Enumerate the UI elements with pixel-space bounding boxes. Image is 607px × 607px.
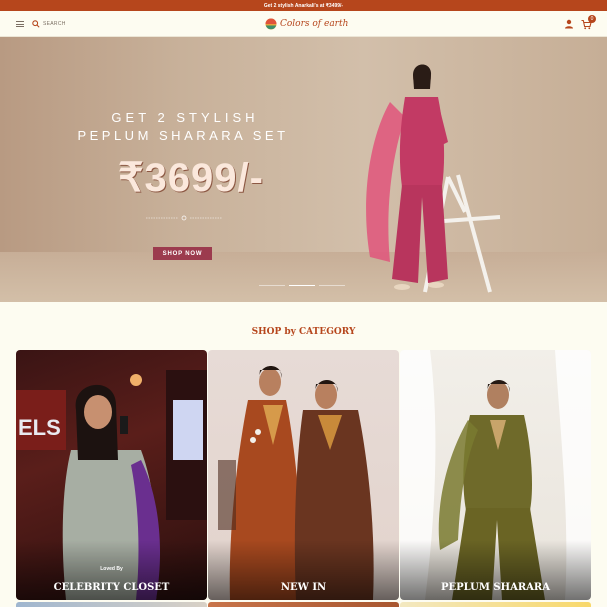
next-card-peek — [400, 602, 591, 607]
category-card-celebrity-closet[interactable]: ELS Loved By CELEBRITY CLOSET — [16, 350, 207, 600]
card-sublabel: Loved By — [100, 566, 123, 572]
slider-dot[interactable] — [319, 285, 345, 286]
search-label: SEARCH — [43, 21, 66, 27]
category-card-new-in[interactable]: NEW IN — [208, 350, 399, 600]
slider-dots — [259, 285, 345, 286]
brand-logo[interactable]: Colors of earth — [265, 16, 348, 32]
hamburger-menu-icon[interactable] — [16, 21, 24, 27]
slider-dot-active[interactable] — [289, 285, 315, 286]
shop-now-button[interactable]: SHOP NOW — [153, 247, 212, 260]
category-card-peplum-sharara[interactable]: PEPLUM SHARARA — [400, 350, 591, 600]
site-header: SEARCH Colors of earth 0 — [0, 11, 607, 37]
hero-banner[interactable]: GET 2 STYLISH PEPLUM SHARARA SET ₹3699/-… — [0, 37, 607, 302]
cart-count-badge: 0 — [588, 15, 596, 23]
announcement-bar[interactable]: Get 2 stylish Anarkali's at ₹3499/- — [0, 0, 607, 11]
svg-text:ELS: ELS — [18, 415, 61, 440]
card-label: PEPLUM SHARARA — [441, 582, 550, 593]
search-icon — [32, 20, 40, 28]
card-label: NEW IN — [280, 582, 327, 593]
search-button[interactable]: SEARCH — [32, 18, 66, 30]
section-title: SHOP by CATEGORY — [251, 327, 356, 337]
logo-mark-icon — [265, 18, 277, 30]
ornament-divider-icon — [146, 215, 222, 221]
next-card-peek — [16, 602, 207, 607]
logo-text: Colors of earth — [280, 19, 349, 29]
slider-dot[interactable] — [259, 285, 285, 286]
hero-headline-1: GET 2 STYLISH — [111, 110, 259, 125]
card-label: CELEBRITY CLOSET — [53, 582, 170, 593]
hero-price: ₹3699/- — [118, 156, 264, 200]
hero-headline-2: PEPLUM SHARARA SET — [77, 128, 289, 143]
next-card-peek — [208, 602, 399, 607]
account-icon[interactable] — [564, 19, 574, 29]
